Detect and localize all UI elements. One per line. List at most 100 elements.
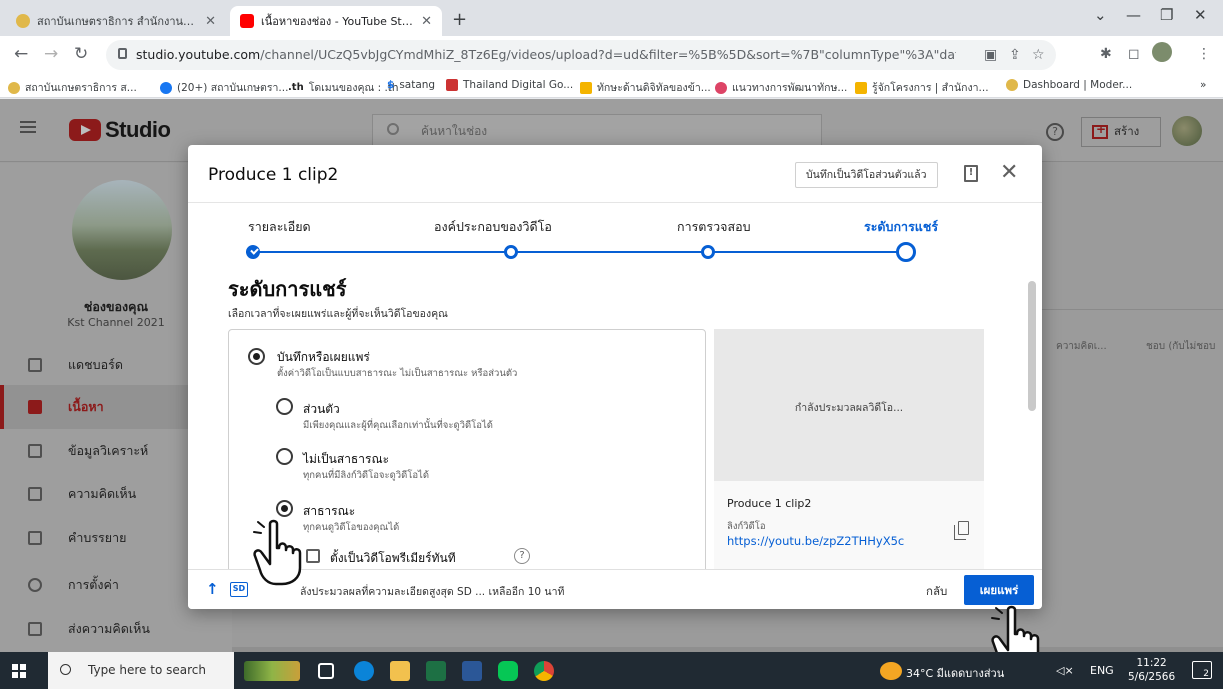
dialog-scrollbar[interactable] — [1028, 281, 1036, 411]
sd-quality-icon: SD — [230, 582, 248, 597]
bookmark-item[interactable]: Dashboard | Moder... — [1006, 79, 1132, 91]
file-explorer-icon[interactable] — [390, 661, 410, 681]
line-app-icon[interactable] — [498, 661, 518, 681]
dashboard-icon — [28, 358, 42, 372]
public-desc: ทุกคนดูวิดีโอของคุณได้ — [303, 522, 400, 533]
restore-window-icon[interactable]: ❐ — [1160, 6, 1173, 24]
close-tab-icon[interactable]: ✕ — [205, 14, 216, 29]
publish-button[interactable]: เผยแพร่ — [964, 575, 1034, 605]
back-arrow-icon[interactable]: ← — [14, 44, 28, 64]
new-tab-button[interactable]: + — [452, 9, 467, 30]
step-checks[interactable]: การตรวจสอบ — [677, 217, 751, 237]
tab-search-chevron-icon[interactable]: ⌄ — [1094, 6, 1107, 24]
taskbar-search-input[interactable]: Type here to search — [48, 652, 234, 689]
clock-time: 11:22 — [1136, 657, 1167, 669]
content-icon — [28, 400, 42, 414]
task-view-icon[interactable] — [318, 663, 334, 679]
step-details[interactable]: รายละเอียด — [248, 217, 311, 237]
youtube-favicon-icon — [240, 14, 254, 28]
bookmark-item[interactable]: (20+) สถาบันเกษตรา... — [160, 79, 288, 96]
bookmark-item[interactable]: $ satang — [387, 79, 435, 91]
weather-sun-icon — [880, 662, 902, 680]
search-icon — [60, 664, 71, 675]
channel-search-input[interactable]: ค้นหาในช่อง — [372, 114, 822, 146]
instant-premiere-label: ตั้งเป็นวิดีโอพรีเมียร์ทันที — [330, 551, 456, 565]
menu-hamburger-icon[interactable] — [20, 121, 36, 133]
bookmark-item[interactable]: สถาบันเกษตราธิการ ส... — [8, 79, 137, 96]
copy-icon[interactable] — [954, 521, 969, 540]
translate-icon[interactable]: ▣ — [984, 47, 997, 63]
input-language[interactable]: ENG — [1090, 664, 1114, 677]
help-icon[interactable]: ? — [514, 548, 530, 564]
bookmark-item[interactable]: Thailand Digital Go... — [446, 79, 573, 91]
channel-avatar[interactable] — [72, 180, 172, 280]
taskbar-search-placeholder: Type here to search — [88, 663, 206, 677]
close-window-icon[interactable]: ✕ — [1194, 6, 1207, 24]
address-bar[interactable]: studio.youtube.com/channel/UCzQ5vbJgCYmd… — [106, 40, 1056, 70]
close-dialog-icon[interactable]: ✕ — [1000, 161, 1018, 185]
sidebar-item-label: ความคิดเห็น — [68, 486, 137, 501]
pointer-hand-icon — [253, 519, 302, 586]
dialog-title: Produce 1 clip2 — [208, 165, 339, 185]
extensions-puzzle-icon[interactable]: ✱ — [1100, 46, 1112, 62]
step-circle-icon[interactable] — [701, 245, 715, 259]
report-issue-icon[interactable]: ! — [964, 165, 978, 182]
video-link[interactable]: https://youtu.be/zpZ2THHyX5c — [727, 534, 904, 548]
step-video-elements[interactable]: องค์ประกอบของวิดีโอ — [434, 217, 552, 237]
taskbar-clock[interactable]: 11:22 5/6/2566 — [1128, 656, 1175, 684]
browser-tab-active[interactable]: เนื้อหาของช่อง - YouTube Studio ✕ — [230, 6, 442, 36]
edge-browser-icon[interactable] — [354, 661, 374, 681]
private-desc: มีเพียงคุณและผู้ที่คุณเลือกเท่านั้นที่จะ… — [303, 420, 493, 431]
word-icon[interactable] — [462, 661, 482, 681]
profile-avatar[interactable] — [1152, 42, 1172, 62]
unlisted-radio[interactable] — [276, 448, 293, 465]
satang-icon: $ — [387, 79, 395, 91]
create-button[interactable]: สร้าง — [1081, 117, 1161, 147]
weather-text[interactable]: 34°C มีแดดบางส่วน — [906, 664, 1004, 682]
bookmark-item[interactable]: รู้จักโครงการ | สำนักงา... — [855, 79, 989, 96]
bookmark-item[interactable]: แนวทางการพัฒนาทักษ... — [715, 79, 847, 96]
column-header-comments: ความคิดเ... — [1056, 341, 1107, 352]
sidebar-item-label: ส่งความคิดเห็น — [68, 621, 150, 636]
save-publish-radio[interactable] — [248, 348, 265, 365]
weather-widget-icon[interactable] — [244, 661, 300, 681]
account-avatar[interactable] — [1172, 116, 1202, 146]
bookmark-item[interactable]: .th โดเมนของคุณ : .th — [288, 79, 399, 96]
step-check-icon[interactable] — [246, 245, 260, 259]
forward-arrow-icon[interactable]: → — [44, 44, 58, 64]
step-visibility[interactable]: ระดับการแชร์ — [864, 217, 938, 237]
chrome-icon[interactable] — [534, 661, 554, 681]
stepper-track — [246, 251, 906, 253]
public-radio[interactable] — [276, 500, 293, 517]
browser-tab[interactable]: สถาบันเกษตราธิการ สำนักงานปลัดกระ ✕ — [6, 6, 226, 36]
minimize-window-icon[interactable]: — — [1126, 6, 1141, 24]
back-button[interactable]: กลับ — [926, 583, 947, 601]
tab-title: เนื้อหาของช่อง - YouTube Studio — [261, 15, 415, 28]
excel-icon[interactable] — [426, 661, 446, 681]
search-placeholder: ค้นหาในช่อง — [421, 124, 488, 138]
bookmark-label: โดเมนของคุณ : .th — [308, 82, 399, 94]
visibility-content: ระดับการแชร์ เลือกเวลาที่จะเผยแพร่และผู้… — [188, 269, 1042, 569]
bookmark-favicon-icon — [1006, 79, 1018, 91]
help-icon[interactable]: ? — [1046, 123, 1064, 141]
bookmark-favicon-icon — [8, 81, 20, 94]
private-radio[interactable] — [276, 398, 293, 415]
more-bookmarks-button[interactable]: » — [1200, 79, 1206, 91]
bookmark-star-icon[interactable]: ☆ — [1032, 47, 1045, 63]
step-current-circle-icon[interactable] — [896, 242, 916, 262]
browser-menu-icon[interactable]: ⋮ — [1197, 46, 1211, 62]
step-circle-icon[interactable] — [504, 245, 518, 259]
windows-start-icon[interactable] — [12, 664, 26, 678]
bookmark-item[interactable]: ทักษะด้านดิจิทัลของข้า... — [580, 79, 711, 96]
youtube-logo-icon[interactable] — [69, 119, 101, 141]
gear-icon — [28, 578, 42, 592]
notifications-icon[interactable]: 2 — [1192, 661, 1212, 679]
close-tab-icon[interactable]: ✕ — [421, 14, 432, 29]
sidebar-item-feedback[interactable]: ส่งความคิดเห็น — [0, 607, 232, 651]
share-icon[interactable]: ⇪ — [1009, 47, 1021, 63]
speaker-icon[interactable]: ◁× — [1056, 664, 1074, 677]
reload-icon[interactable]: ↻ — [74, 44, 88, 64]
comments-icon — [28, 487, 42, 501]
upload-stepper: รายละเอียด องค์ประกอบของวิดีโอ การตรวจสอ… — [188, 203, 1042, 269]
side-panel-icon[interactable]: ◻ — [1128, 46, 1140, 62]
